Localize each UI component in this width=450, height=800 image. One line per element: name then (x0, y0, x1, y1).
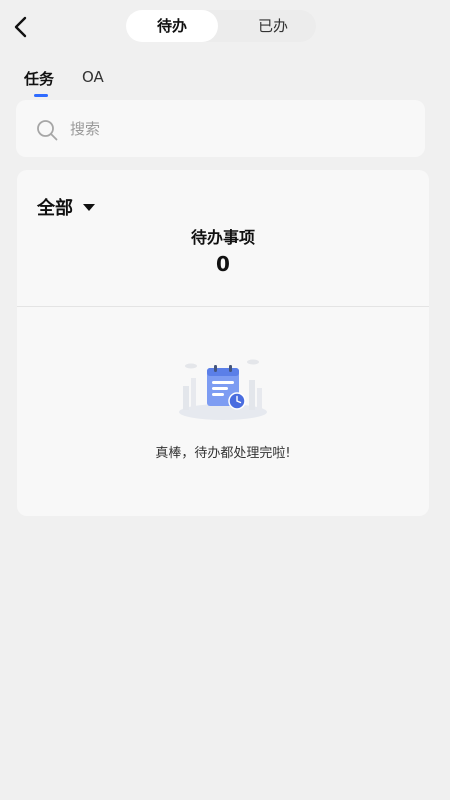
tab-done[interactable]: 已办 (230, 10, 316, 42)
status-segmented-control: 待办 已办 (126, 10, 316, 42)
active-tab-indicator (34, 94, 48, 97)
empty-state-message: 真棒，待办都处理完啦! (155, 446, 291, 461)
search-icon (37, 120, 58, 141)
filter-label: 全部 (37, 198, 73, 219)
calendar-clock-icon (179, 359, 267, 420)
page: 待办 已办 任务 OA 全部 待办事项 0 (0, 0, 450, 800)
chevron-left-icon (14, 16, 27, 38)
pending-label: 待办事项 (190, 228, 255, 247)
pending-count: 0 (216, 252, 230, 276)
tab-tasks[interactable]: 任务 (24, 68, 54, 89)
tab-pending[interactable]: 待办 (126, 10, 218, 42)
tab-oa[interactable]: OA (82, 68, 104, 86)
header: 待办 已办 (0, 0, 450, 52)
category-tabs: 任务 OA (0, 64, 450, 100)
back-button[interactable] (6, 12, 36, 42)
filter-dropdown[interactable]: 全部 (37, 194, 95, 220)
search-bar[interactable] (16, 100, 425, 157)
search-input[interactable] (70, 114, 400, 144)
caret-down-icon (83, 203, 95, 211)
todo-card: 全部 待办事项 0 真棒，待办都处理完啦! (17, 170, 429, 516)
divider (17, 306, 429, 307)
